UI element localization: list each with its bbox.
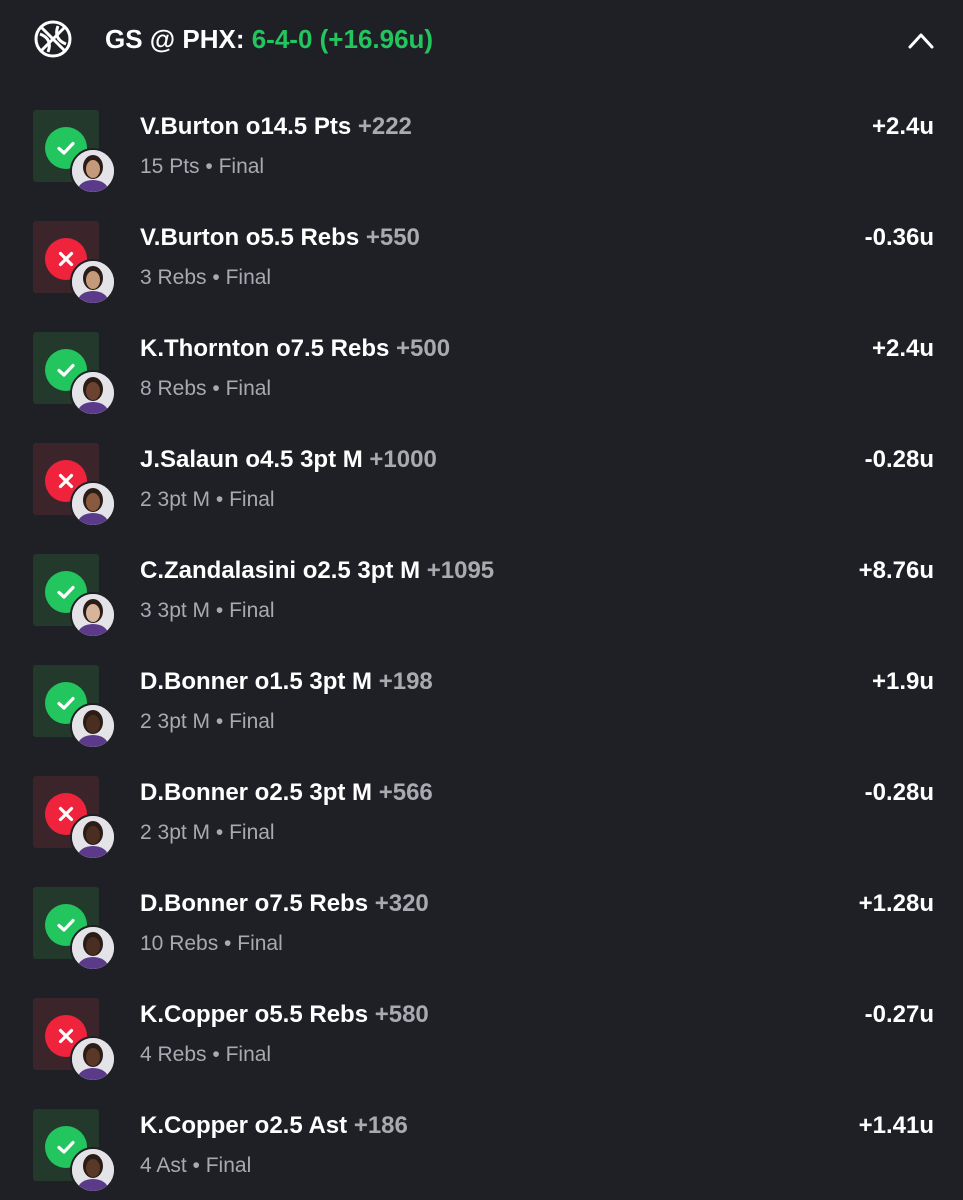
game-status: Final xyxy=(229,488,275,511)
units-result: +8.76u xyxy=(858,557,934,584)
player-avatar xyxy=(70,592,116,638)
stat-value: 4 Ast xyxy=(140,1154,187,1177)
game-status: Final xyxy=(225,266,272,289)
bet-result-line: 2 3pt M • Final xyxy=(140,488,275,511)
stat-value: 2 3pt M xyxy=(140,488,211,511)
bet-odds: +550 xyxy=(365,224,420,251)
bet-selection: K.Thornton o7.5 Rebs xyxy=(140,335,390,362)
game-status: Final xyxy=(218,155,265,178)
bet-title: C.Zandalasini o2.5 3pt M +1095 xyxy=(140,556,494,586)
bet-odds: +198 xyxy=(378,668,433,695)
units-result: -0.27u xyxy=(864,1001,934,1028)
units-result: -0.28u xyxy=(864,779,934,806)
bet-result-line: 4 Ast • Final xyxy=(140,1154,252,1177)
bet-title: K.Thornton o7.5 Rebs +500 xyxy=(140,334,450,364)
game-status: Final xyxy=(229,710,275,733)
units-result: +1.9u xyxy=(871,668,934,695)
bet-selection: V.Burton o5.5 Rebs xyxy=(140,224,360,251)
bet-odds: +580 xyxy=(374,1001,429,1028)
chevron-up-icon[interactable] xyxy=(905,28,937,52)
bet-row[interactable]: V.Burton o5.5 Rebs +550 3 Rebs • Final -0.… xyxy=(0,200,963,311)
bet-row[interactable]: D.Bonner o1.5 3pt M +198 2 3pt M • Final +… xyxy=(0,644,963,755)
bet-result-line: 15 Pts • Final xyxy=(140,155,265,178)
bet-odds: +222 xyxy=(357,113,412,140)
player-avatar xyxy=(70,259,116,305)
bet-odds: +320 xyxy=(374,890,429,917)
bet-result-line: 3 3pt M • Final xyxy=(140,599,275,622)
bet-selection: D.Bonner o1.5 3pt M xyxy=(140,668,373,695)
player-avatar xyxy=(70,481,116,527)
game-status: Final xyxy=(225,1043,272,1066)
game-status: Final xyxy=(225,377,272,400)
player-avatar xyxy=(70,925,116,971)
bet-result-line: 8 Rebs • Final xyxy=(140,377,272,400)
basketball-icon xyxy=(33,19,73,59)
game-header[interactable]: GS @ PHX: 6-4-0 (+16.96u) xyxy=(0,0,963,80)
stat-value: 15 Pts xyxy=(140,155,200,178)
bet-selection: C.Zandalasini o2.5 3pt M xyxy=(140,557,421,584)
bet-selection: J.Salaun o4.5 3pt M xyxy=(140,446,363,473)
stat-value: 3 Rebs xyxy=(140,266,207,289)
player-avatar xyxy=(70,703,116,749)
bet-title: V.Burton o5.5 Rebs +550 xyxy=(140,223,420,253)
player-avatar xyxy=(70,370,116,416)
player-avatar xyxy=(70,1036,116,1082)
bet-result-line: 2 3pt M • Final xyxy=(140,821,275,844)
units-result: -0.36u xyxy=(864,224,934,251)
bet-selection: D.Bonner o2.5 3pt M xyxy=(140,779,373,806)
game-status: Final xyxy=(205,1154,252,1177)
bet-row[interactable]: D.Bonner o7.5 Rebs +320 10 Rebs • Final +1… xyxy=(0,866,963,977)
bet-odds: +566 xyxy=(378,779,433,806)
bet-row[interactable]: J.Salaun o4.5 3pt M +1000 2 3pt M • Final… xyxy=(0,422,963,533)
units-result: +2.4u xyxy=(871,335,934,362)
bet-odds: +186 xyxy=(353,1112,408,1139)
bet-result-line: 3 Rebs • Final xyxy=(140,266,272,289)
stat-value: 8 Rebs xyxy=(140,377,207,400)
bet-title: J.Salaun o4.5 3pt M +1000 xyxy=(140,445,437,475)
bet-selection: V.Burton o14.5 Pts xyxy=(140,113,352,140)
matchup-label: GS @ PHX: xyxy=(105,24,245,54)
player-avatar xyxy=(70,1147,116,1193)
stat-value: 3 3pt M xyxy=(140,599,211,622)
player-avatar xyxy=(70,814,116,860)
game-status: Final xyxy=(229,821,275,844)
bet-result-line: 4 Rebs • Final xyxy=(140,1043,272,1066)
stat-value: 10 Rebs xyxy=(140,932,219,955)
bet-row[interactable]: C.Zandalasini o2.5 3pt M +1095 3 3pt M • … xyxy=(0,533,963,644)
bet-list: V.Burton o14.5 Pts +222 15 Pts • Final +2.… xyxy=(0,89,963,1199)
stat-value: 2 3pt M xyxy=(140,821,211,844)
units-result: +2.4u xyxy=(871,113,934,140)
game-title: GS @ PHX: 6-4-0 (+16.96u) xyxy=(105,22,433,56)
bet-title: K.Copper o2.5 Ast +186 xyxy=(140,1111,408,1141)
stat-value: 4 Rebs xyxy=(140,1043,207,1066)
bet-title: D.Bonner o1.5 3pt M +198 xyxy=(140,667,433,697)
bet-row[interactable]: D.Bonner o2.5 3pt M +566 2 3pt M • Final -… xyxy=(0,755,963,866)
bet-title: D.Bonner o7.5 Rebs +320 xyxy=(140,889,429,919)
units-result: +1.28u xyxy=(858,890,934,917)
player-avatar xyxy=(70,148,116,194)
bet-row[interactable]: K.Thornton o7.5 Rebs +500 8 Rebs • Final +… xyxy=(0,311,963,422)
game-status: Final xyxy=(237,932,283,955)
bet-odds: +1000 xyxy=(369,446,437,473)
bet-selection: K.Copper o5.5 Rebs xyxy=(140,1001,369,1028)
bet-title: D.Bonner o2.5 3pt M +566 xyxy=(140,778,433,808)
game-status: Final xyxy=(229,599,275,622)
bet-odds: +1095 xyxy=(426,557,495,584)
units-result: -0.28u xyxy=(864,446,934,473)
units-result: +1.41u xyxy=(858,1112,934,1139)
bet-odds: +500 xyxy=(396,335,451,362)
record-label: 6-4-0 (+16.96u) xyxy=(251,24,434,54)
bet-selection: D.Bonner o7.5 Rebs xyxy=(140,890,369,917)
bet-result-line: 2 3pt M • Final xyxy=(140,710,275,733)
bet-row[interactable]: K.Copper o5.5 Rebs +580 4 Rebs • Final -0.… xyxy=(0,977,963,1088)
stat-value: 2 3pt M xyxy=(140,710,211,733)
bet-title: V.Burton o14.5 Pts +222 xyxy=(140,112,412,142)
bet-selection: K.Copper o2.5 Ast xyxy=(140,1112,348,1139)
bet-result-line: 10 Rebs • Final xyxy=(140,932,283,955)
bet-row[interactable]: K.Copper o2.5 Ast +186 4 Ast • Final +1.41… xyxy=(0,1088,963,1199)
bet-row[interactable]: V.Burton o14.5 Pts +222 15 Pts • Final +2.… xyxy=(0,89,963,200)
bet-title: K.Copper o5.5 Rebs +580 xyxy=(140,1000,429,1030)
